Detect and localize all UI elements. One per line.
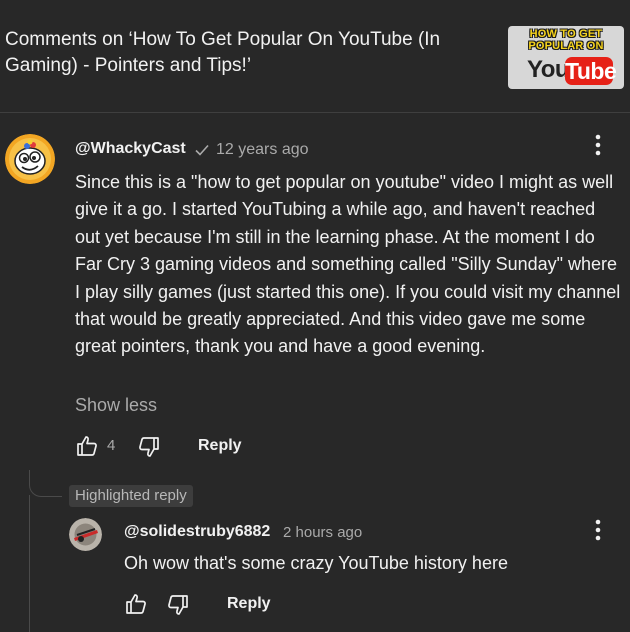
thread-line <box>29 495 30 632</box>
reply-author[interactable]: @solidestruby6882 <box>124 523 270 541</box>
avatar[interactable] <box>5 134 55 184</box>
comment-body: Since this is a "how to get popular on y… <box>75 172 621 357</box>
video-thumbnail[interactable]: HOW TO GET POPULAR ON You Tube <box>508 26 624 89</box>
reply-body: Oh wow that's some crazy YouTube history… <box>124 553 508 573</box>
avatar-image <box>5 134 55 184</box>
thumbnail-text-line-1: HOW TO GET <box>529 28 603 40</box>
check-icon <box>195 144 209 156</box>
youtube-logo-tube: Tube <box>565 57 617 85</box>
thumbnail-text-line-2: POPULAR ON <box>528 40 604 52</box>
reply-timestamp[interactable]: 2 hours ago <box>283 524 362 541</box>
reply-button[interactable]: Reply <box>198 437 242 455</box>
thread-connector <box>29 470 62 497</box>
comment-timestamp[interactable]: 12 years ago <box>216 141 309 159</box>
reply-thumbs-up-icon[interactable] <box>124 592 148 616</box>
page-title: Comments on ‘How To Get Popular On YouTu… <box>5 29 441 76</box>
like-count: 4 <box>107 437 116 454</box>
reply-reply-button[interactable]: Reply <box>227 595 271 613</box>
more-options-icon[interactable] <box>586 133 610 157</box>
reply-avatar[interactable] <box>69 518 102 551</box>
comments-header: Comments on ‘How To Get Popular On YouTu… <box>0 0 630 113</box>
thumbs-up-icon[interactable] <box>75 434 99 458</box>
comment-author[interactable]: @WhackyCast <box>75 140 186 158</box>
reply-more-options-icon[interactable] <box>586 518 610 542</box>
reply-avatar-image <box>69 518 102 551</box>
highlighted-reply-badge: Highlighted reply <box>69 485 193 507</box>
show-less-button[interactable]: Show less <box>75 393 157 417</box>
youtube-logo-you: You <box>527 56 570 83</box>
reply-thumbs-down-icon[interactable] <box>166 593 190 617</box>
thumbs-down-icon[interactable] <box>137 435 161 459</box>
